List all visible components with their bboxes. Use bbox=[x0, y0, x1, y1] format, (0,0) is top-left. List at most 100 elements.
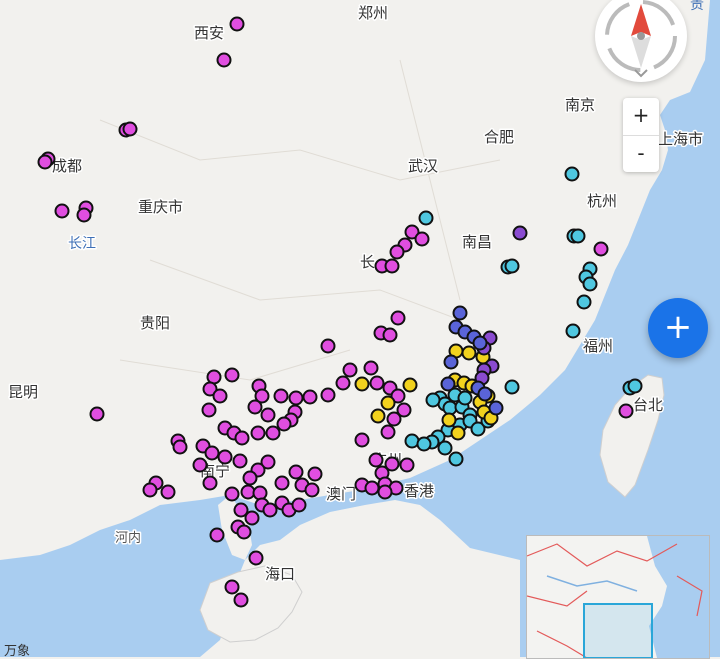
zoom-in-button[interactable]: + bbox=[623, 98, 659, 135]
location-marker[interactable] bbox=[441, 412, 457, 428]
location-marker[interactable] bbox=[252, 485, 268, 501]
location-marker[interactable] bbox=[399, 457, 415, 473]
location-marker[interactable] bbox=[384, 258, 400, 274]
compass-icon bbox=[605, 0, 677, 78]
location-marker[interactable] bbox=[320, 387, 336, 403]
location-marker[interactable] bbox=[576, 294, 592, 310]
location-marker[interactable] bbox=[242, 470, 258, 486]
location-marker[interactable] bbox=[224, 367, 240, 383]
compass-control[interactable] bbox=[595, 0, 687, 82]
location-marker[interactable] bbox=[570, 228, 586, 244]
location-marker[interactable] bbox=[354, 376, 370, 392]
location-marker[interactable] bbox=[443, 354, 459, 370]
location-marker[interactable] bbox=[274, 475, 290, 491]
location-marker[interactable] bbox=[377, 484, 393, 500]
location-marker[interactable] bbox=[212, 388, 228, 404]
location-marker[interactable] bbox=[416, 436, 432, 452]
location-marker[interactable] bbox=[364, 480, 380, 496]
location-marker[interactable] bbox=[244, 510, 260, 526]
location-marker[interactable] bbox=[418, 210, 434, 226]
location-marker[interactable] bbox=[224, 579, 240, 595]
location-marker[interactable] bbox=[384, 456, 400, 472]
location-marker[interactable] bbox=[380, 424, 396, 440]
location-marker[interactable] bbox=[477, 386, 493, 402]
location-marker[interactable] bbox=[457, 390, 473, 406]
location-marker[interactable] bbox=[54, 203, 70, 219]
location-marker[interactable] bbox=[276, 416, 292, 432]
location-marker[interactable] bbox=[425, 392, 441, 408]
location-marker[interactable] bbox=[247, 399, 263, 415]
location-marker[interactable] bbox=[204, 445, 220, 461]
location-marker[interactable] bbox=[386, 411, 402, 427]
location-marker[interactable] bbox=[217, 449, 233, 465]
location-marker[interactable] bbox=[335, 375, 351, 391]
location-marker[interactable] bbox=[382, 327, 398, 343]
location-marker[interactable] bbox=[248, 550, 264, 566]
location-marker[interactable] bbox=[229, 16, 245, 32]
minimap[interactable] bbox=[526, 535, 710, 659]
location-marker[interactable] bbox=[260, 407, 276, 423]
location-marker[interactable] bbox=[440, 376, 456, 392]
location-marker[interactable] bbox=[488, 400, 504, 416]
location-marker[interactable] bbox=[452, 305, 468, 321]
location-marker[interactable] bbox=[233, 592, 249, 608]
location-marker[interactable] bbox=[216, 52, 232, 68]
zoom-out-button[interactable]: - bbox=[623, 135, 659, 173]
location-marker[interactable] bbox=[192, 457, 208, 473]
location-marker[interactable] bbox=[209, 527, 225, 543]
location-marker[interactable] bbox=[172, 439, 188, 455]
location-marker[interactable] bbox=[76, 207, 92, 223]
location-marker[interactable] bbox=[504, 379, 520, 395]
location-marker[interactable] bbox=[236, 524, 252, 540]
location-marker[interactable] bbox=[369, 375, 385, 391]
location-marker[interactable] bbox=[302, 389, 318, 405]
location-marker[interactable] bbox=[265, 425, 281, 441]
location-marker[interactable] bbox=[593, 241, 609, 257]
location-marker[interactable] bbox=[320, 338, 336, 354]
location-marker[interactable] bbox=[273, 388, 289, 404]
location-marker[interactable] bbox=[414, 231, 430, 247]
location-marker[interactable] bbox=[402, 377, 418, 393]
location-marker[interactable] bbox=[307, 466, 323, 482]
location-marker[interactable] bbox=[234, 430, 250, 446]
add-fab-button[interactable]: + bbox=[648, 298, 708, 358]
location-marker[interactable] bbox=[288, 390, 304, 406]
location-marker[interactable] bbox=[89, 406, 105, 422]
location-marker[interactable] bbox=[512, 225, 528, 241]
location-marker[interactable] bbox=[380, 395, 396, 411]
location-marker[interactable] bbox=[291, 497, 307, 513]
location-marker[interactable] bbox=[122, 121, 138, 137]
location-marker[interactable] bbox=[201, 402, 217, 418]
location-marker[interactable] bbox=[288, 464, 304, 480]
location-marker[interactable] bbox=[363, 360, 379, 376]
location-marker[interactable] bbox=[37, 154, 53, 170]
location-marker[interactable] bbox=[504, 258, 520, 274]
location-marker[interactable] bbox=[368, 452, 384, 468]
location-marker[interactable] bbox=[342, 362, 358, 378]
location-marker[interactable] bbox=[224, 486, 240, 502]
location-marker[interactable] bbox=[354, 432, 370, 448]
location-marker[interactable] bbox=[564, 166, 580, 182]
location-marker[interactable] bbox=[262, 502, 278, 518]
location-marker[interactable] bbox=[442, 400, 458, 416]
location-marker[interactable] bbox=[142, 482, 158, 498]
location-marker[interactable] bbox=[240, 484, 256, 500]
location-marker[interactable] bbox=[448, 451, 464, 467]
location-marker[interactable] bbox=[202, 475, 218, 491]
location-marker[interactable] bbox=[370, 408, 386, 424]
location-marker[interactable] bbox=[250, 425, 266, 441]
location-marker[interactable] bbox=[450, 425, 466, 441]
location-marker[interactable] bbox=[565, 323, 581, 339]
location-marker[interactable] bbox=[582, 276, 598, 292]
location-marker[interactable] bbox=[390, 310, 406, 326]
location-marker[interactable] bbox=[437, 440, 453, 456]
location-marker[interactable] bbox=[627, 378, 643, 394]
location-marker[interactable] bbox=[304, 482, 320, 498]
location-marker[interactable] bbox=[232, 453, 248, 469]
location-marker[interactable] bbox=[389, 244, 405, 260]
location-marker[interactable] bbox=[461, 345, 477, 361]
location-marker[interactable] bbox=[618, 403, 634, 419]
location-marker[interactable] bbox=[472, 335, 488, 351]
location-marker[interactable] bbox=[160, 484, 176, 500]
location-marker[interactable] bbox=[404, 433, 420, 449]
